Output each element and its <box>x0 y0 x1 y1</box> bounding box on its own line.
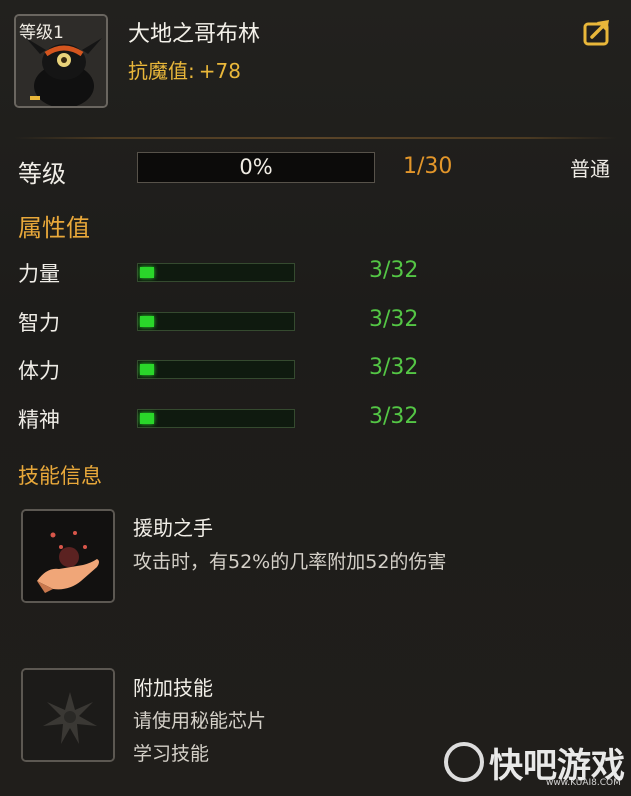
stat-bar-strength <box>137 263 295 282</box>
level-progress-bar: 0% <box>137 152 375 183</box>
stat-fill <box>140 267 154 278</box>
level-label: 等级 <box>18 160 66 188</box>
stat-fill <box>140 364 154 375</box>
stat-label-strength: 力量 <box>18 262 60 286</box>
stat-bar-spirit <box>137 409 295 428</box>
locked-skill-emblem-icon <box>23 670 113 760</box>
stat-fill <box>140 316 154 327</box>
stat-label-stamina: 体力 <box>18 359 60 383</box>
attributes-title: 属性值 <box>18 214 90 242</box>
stat-value-intelligence: 3/32 <box>369 307 419 332</box>
pet-name: 大地之哥布林 <box>128 22 261 47</box>
magic-resist: 抗魔值: +78 <box>128 55 241 84</box>
pet-portrait[interactable]: 等级1 <box>14 14 108 108</box>
stat-label-spirit: 精神 <box>18 408 60 432</box>
watermark-url: www.KUAI8.COM <box>546 778 621 788</box>
stat-fill <box>140 413 154 424</box>
stat-label-intelligence: 智力 <box>18 311 60 335</box>
watermark-logo-icon <box>444 742 484 782</box>
skill-slot-1[interactable] <box>21 509 115 603</box>
skill-desc-1: 攻击时，有52%的几率附加52的伤害 <box>133 551 447 573</box>
stat-bar-stamina <box>137 360 295 379</box>
magic-resist-value: +78 <box>198 59 241 83</box>
stat-bar-intelligence <box>137 312 295 331</box>
magic-resist-label: 抗魔值: <box>128 59 195 83</box>
pet-info-panel: 等级1 大地之哥布林 抗魔值:+78 等级 0% 1/30 普通 属性值 力量 <box>0 0 631 796</box>
level-fraction: 1/30 <box>403 154 453 179</box>
skill-slot-2[interactable] <box>21 668 115 762</box>
helping-hand-icon <box>23 511 113 601</box>
skill-name-1: 援助之手 <box>133 516 213 540</box>
rank-label: 普通 <box>570 157 610 181</box>
skill-desc-2-line-1: 请使用秘能芯片 <box>133 710 267 732</box>
share-arrow-icon[interactable] <box>583 18 613 46</box>
stat-value-stamina: 3/32 <box>369 355 419 380</box>
stat-value-strength: 3/32 <box>369 258 419 283</box>
skill-desc-2-line-2: 学习技能 <box>133 743 210 765</box>
level-progress-text: 0% <box>239 155 273 179</box>
level-badge: 等级1 <box>19 23 64 43</box>
skill-name-2: 附加技能 <box>133 676 213 700</box>
stat-value-spirit: 3/32 <box>369 404 419 429</box>
skills-title: 技能信息 <box>18 464 102 488</box>
header-divider <box>14 137 617 139</box>
